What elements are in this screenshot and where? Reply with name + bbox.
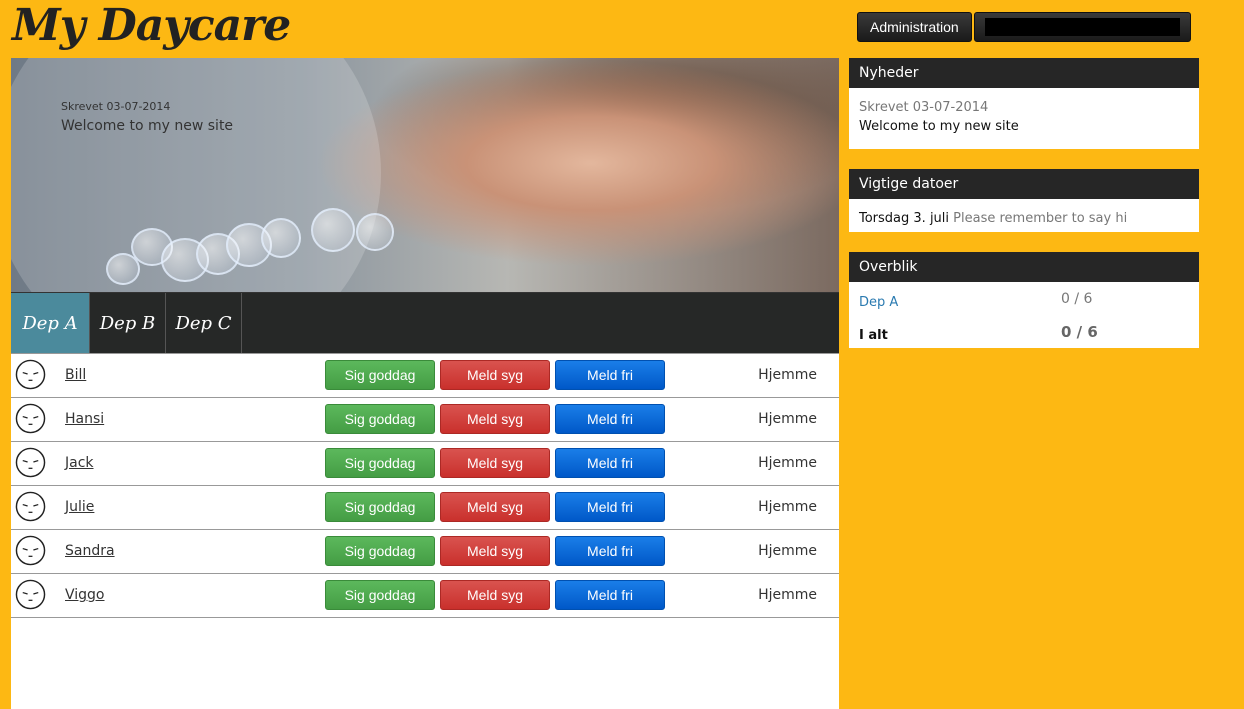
overview-title: Overblik — [849, 252, 1199, 282]
report-sick-button[interactable]: Meld syg — [440, 404, 550, 434]
news-date: Skrevet 03-07-2014 — [859, 100, 989, 115]
child-row: Jack Sig goddag Meld syg Meld fri Hjemme — [11, 442, 839, 486]
status-text: Hjemme — [758, 543, 817, 559]
news-title: Nyheder — [849, 58, 1199, 88]
child-row: Hansi Sig goddag Meld syg Meld fri Hjemm… — [11, 398, 839, 442]
administration-button[interactable]: Administration — [857, 12, 972, 42]
user-menu-button[interactable] — [973, 12, 1191, 42]
say-hello-button[interactable]: Sig goddag — [325, 404, 435, 434]
child-name[interactable]: Viggo — [65, 587, 105, 603]
overview-dep-link[interactable]: Dep A — [859, 295, 898, 310]
say-hello-button[interactable]: Sig goddag — [325, 536, 435, 566]
report-sick-button[interactable]: Meld syg — [440, 492, 550, 522]
report-sick-button[interactable]: Meld syg — [440, 536, 550, 566]
logo[interactable]: My Daycare — [12, 0, 291, 52]
child-name[interactable]: Hansi — [65, 411, 104, 427]
department-tabs: Dep A Dep B Dep C — [11, 292, 839, 353]
sleeping-face-icon — [15, 535, 46, 566]
bubble — [261, 218, 301, 258]
hero-banner: Skrevet 03-07-2014 Welcome to my new sit… — [11, 58, 839, 292]
status-text: Hjemme — [758, 411, 817, 427]
bubble — [106, 253, 140, 285]
date-label: Torsdag 3. juli — [859, 211, 950, 226]
overview-total-label: I alt — [859, 328, 888, 343]
status-text: Hjemme — [758, 499, 817, 515]
redacted-user-name — [984, 18, 1180, 36]
report-off-button[interactable]: Meld fri — [555, 360, 665, 390]
child-name[interactable]: Jack — [65, 455, 94, 471]
child-row: Julie Sig goddag Meld syg Meld fri Hjemm… — [11, 486, 839, 530]
sleeping-face-icon — [15, 491, 46, 522]
report-sick-button[interactable]: Meld syg — [440, 448, 550, 478]
hero-date: Skrevet 03-07-2014 — [61, 100, 171, 113]
tab-dep-a[interactable]: Dep A — [11, 293, 90, 353]
tab-dep-c[interactable]: Dep C — [166, 293, 242, 353]
tab-dep-b[interactable]: Dep B — [90, 293, 166, 353]
dates-title: Vigtige datoer — [849, 169, 1199, 199]
say-hello-button[interactable]: Sig goddag — [325, 492, 435, 522]
say-hello-button[interactable]: Sig goddag — [325, 360, 435, 390]
sleeping-face-icon — [15, 579, 46, 610]
child-name[interactable]: Bill — [65, 367, 86, 383]
status-text: Hjemme — [758, 587, 817, 603]
bubble — [356, 213, 394, 251]
status-text: Hjemme — [758, 367, 817, 383]
sleeping-face-icon — [15, 403, 46, 434]
say-hello-button[interactable]: Sig goddag — [325, 448, 435, 478]
main-content: Skrevet 03-07-2014 Welcome to my new sit… — [11, 58, 839, 709]
news-panel: Nyheder Skrevet 03-07-2014 Welcome to my… — [849, 58, 1199, 149]
report-sick-button[interactable]: Meld syg — [440, 580, 550, 610]
report-off-button[interactable]: Meld fri — [555, 448, 665, 478]
overview-total-value: 0 / 6 — [1061, 323, 1098, 341]
report-off-button[interactable]: Meld fri — [555, 536, 665, 566]
status-text: Hjemme — [758, 455, 817, 471]
report-off-button[interactable]: Meld fri — [555, 492, 665, 522]
child-row: Sandra Sig goddag Meld syg Meld fri Hjem… — [11, 530, 839, 574]
child-name[interactable]: Sandra — [65, 543, 115, 559]
news-text[interactable]: Welcome to my new site — [859, 119, 1189, 134]
bubble — [311, 208, 355, 252]
important-dates-panel: Vigtige datoer Torsdag 3. juli Please re… — [849, 169, 1199, 232]
child-name[interactable]: Julie — [65, 499, 94, 515]
report-sick-button[interactable]: Meld syg — [440, 360, 550, 390]
overview-panel: Overblik Dep A 0 / 6 I alt 0 / 6 — [849, 252, 1199, 348]
say-hello-button[interactable]: Sig goddag — [325, 580, 435, 610]
child-row: Bill Sig goddag Meld syg Meld fri Hjemme — [11, 354, 839, 398]
date-text: Please remember to say hi — [953, 211, 1128, 226]
top-buttons: Administration — [857, 12, 1191, 42]
sleeping-face-icon — [15, 447, 46, 478]
hero-title[interactable]: Welcome to my new site — [61, 118, 233, 134]
report-off-button[interactable]: Meld fri — [555, 404, 665, 434]
sleeping-face-icon — [15, 359, 46, 390]
children-list: Bill Sig goddag Meld syg Meld fri Hjemme… — [11, 353, 839, 618]
overview-dep-value: 0 / 6 — [1061, 291, 1093, 307]
child-row: Viggo Sig goddag Meld syg Meld fri Hjemm… — [11, 574, 839, 618]
report-off-button[interactable]: Meld fri — [555, 580, 665, 610]
